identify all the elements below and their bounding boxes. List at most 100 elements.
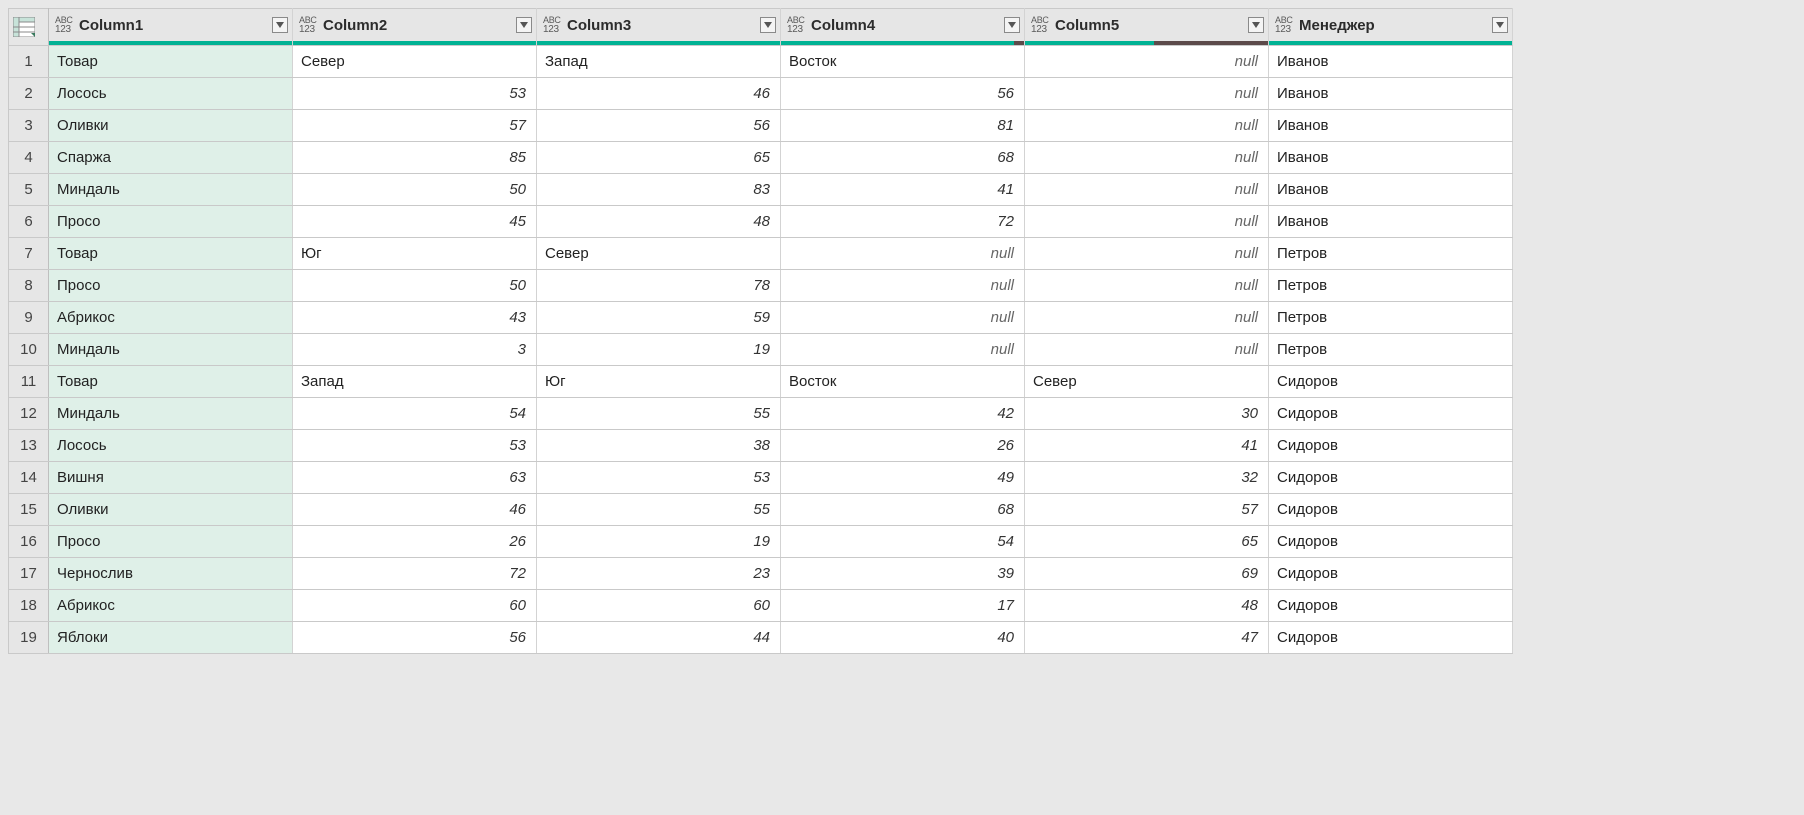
cell[interactable]: 40 [781,622,1025,654]
filter-dropdown-icon[interactable] [516,17,532,33]
cell[interactable]: Иванов [1269,206,1513,238]
cell[interactable]: Лосось [49,78,293,110]
cell[interactable]: 69 [1025,558,1269,590]
cell[interactable]: 63 [293,462,537,494]
cell[interactable]: Абрикос [49,590,293,622]
cell[interactable]: Товар [49,238,293,270]
row-number[interactable]: 11 [9,366,49,398]
cell[interactable]: Север [1025,366,1269,398]
row-number[interactable]: 3 [9,110,49,142]
column-header-3[interactable]: ABC123Column3 [537,9,781,46]
row-number[interactable]: 10 [9,334,49,366]
cell[interactable]: 53 [537,462,781,494]
cell[interactable]: 72 [293,558,537,590]
cell[interactable]: null [1025,238,1269,270]
cell[interactable]: 57 [1025,494,1269,526]
cell[interactable]: Иванов [1269,46,1513,78]
cell[interactable]: 48 [537,206,781,238]
cell[interactable]: 19 [537,334,781,366]
cell[interactable]: Сидоров [1269,558,1513,590]
cell[interactable]: Север [293,46,537,78]
cell[interactable]: 45 [293,206,537,238]
cell[interactable]: 60 [293,590,537,622]
cell[interactable]: 54 [293,398,537,430]
cell[interactable]: null [1025,206,1269,238]
cell[interactable]: 23 [537,558,781,590]
cell[interactable]: 19 [537,526,781,558]
cell[interactable]: Миндаль [49,398,293,430]
cell[interactable]: Запад [537,46,781,78]
column-header-4[interactable]: ABC123Column4 [781,9,1025,46]
row-number[interactable]: 9 [9,302,49,334]
cell[interactable]: Яблоки [49,622,293,654]
cell[interactable]: Петров [1269,238,1513,270]
cell[interactable]: Сидоров [1269,590,1513,622]
cell[interactable]: Просо [49,270,293,302]
cell[interactable]: null [1025,110,1269,142]
cell[interactable]: null [1025,46,1269,78]
filter-dropdown-icon[interactable] [1492,17,1508,33]
cell[interactable]: 50 [293,270,537,302]
cell[interactable]: Сидоров [1269,462,1513,494]
cell[interactable]: Петров [1269,270,1513,302]
cell[interactable]: Юг [537,366,781,398]
cell[interactable]: Спаржа [49,142,293,174]
cell[interactable]: null [781,302,1025,334]
cell[interactable]: 46 [293,494,537,526]
row-number[interactable]: 19 [9,622,49,654]
cell[interactable]: Миндаль [49,334,293,366]
cell[interactable]: Лосось [49,430,293,462]
filter-dropdown-icon[interactable] [1248,17,1264,33]
cell[interactable]: Иванов [1269,110,1513,142]
cell[interactable]: 55 [537,494,781,526]
cell[interactable]: 54 [781,526,1025,558]
cell[interactable]: 41 [1025,430,1269,462]
cell[interactable]: 53 [293,78,537,110]
cell[interactable]: null [1025,270,1269,302]
cell[interactable]: 57 [293,110,537,142]
filter-dropdown-icon[interactable] [760,17,776,33]
cell[interactable]: Вишня [49,462,293,494]
row-number[interactable]: 16 [9,526,49,558]
cell[interactable]: Товар [49,46,293,78]
row-number[interactable]: 17 [9,558,49,590]
row-number[interactable]: 13 [9,430,49,462]
cell[interactable]: Оливки [49,494,293,526]
cell[interactable]: Петров [1269,302,1513,334]
row-number[interactable]: 2 [9,78,49,110]
cell[interactable]: Запад [293,366,537,398]
cell[interactable]: 39 [781,558,1025,590]
row-number[interactable]: 12 [9,398,49,430]
cell[interactable]: Иванов [1269,78,1513,110]
cell[interactable]: 81 [781,110,1025,142]
cell[interactable]: 38 [537,430,781,462]
cell[interactable]: Восток [781,366,1025,398]
cell[interactable]: 68 [781,142,1025,174]
cell[interactable]: 50 [293,174,537,206]
select-all-corner[interactable] [9,9,49,46]
column-header-2[interactable]: ABC123Column2 [293,9,537,46]
cell[interactable]: null [781,334,1025,366]
cell[interactable]: null [1025,174,1269,206]
cell[interactable]: Сидоров [1269,526,1513,558]
cell[interactable]: 72 [781,206,1025,238]
cell[interactable]: 26 [293,526,537,558]
cell[interactable]: 30 [1025,398,1269,430]
cell[interactable]: 56 [537,110,781,142]
cell[interactable]: 32 [1025,462,1269,494]
row-number[interactable]: 8 [9,270,49,302]
cell[interactable]: Сидоров [1269,366,1513,398]
cell[interactable]: 78 [537,270,781,302]
cell[interactable]: Просо [49,526,293,558]
cell[interactable]: Просо [49,206,293,238]
row-number[interactable]: 5 [9,174,49,206]
cell[interactable]: Миндаль [49,174,293,206]
cell[interactable]: null [1025,78,1269,110]
cell[interactable]: 17 [781,590,1025,622]
cell[interactable]: Иванов [1269,174,1513,206]
column-header-1[interactable]: ABC123Column1 [49,9,293,46]
cell[interactable]: Север [537,238,781,270]
row-number[interactable]: 7 [9,238,49,270]
cell[interactable]: Сидоров [1269,430,1513,462]
cell[interactable]: Петров [1269,334,1513,366]
